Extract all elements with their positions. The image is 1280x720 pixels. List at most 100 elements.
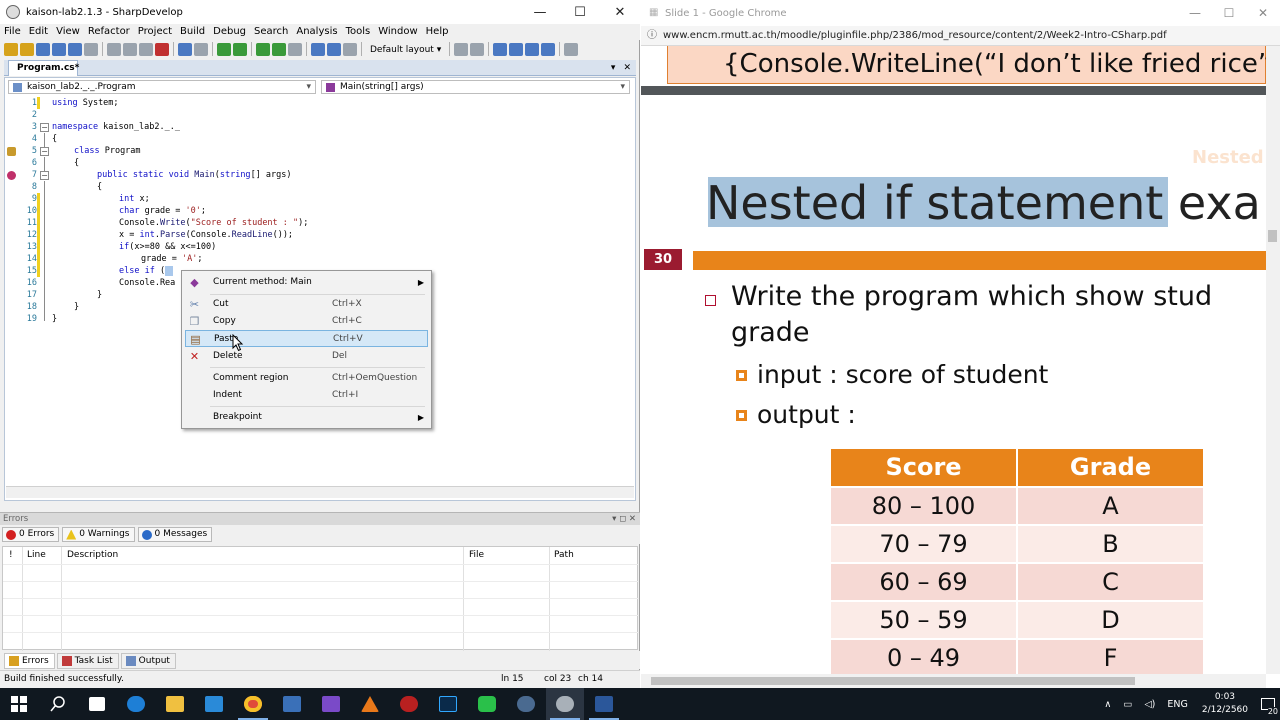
- search-button[interactable]: [39, 688, 77, 720]
- action-center-button[interactable]: 20: [1256, 688, 1280, 720]
- tab-list-dropdown[interactable]: ▾: [611, 63, 616, 73]
- task-view-button[interactable]: [78, 688, 116, 720]
- open-file-icon[interactable]: [20, 42, 34, 56]
- new-file-icon[interactable]: [4, 42, 18, 56]
- pdf-viewer[interactable]: {Console.WriteLine(“I don’t like fried r…: [641, 46, 1266, 674]
- menu-item-delete[interactable]: ✕ Delete Del: [185, 348, 428, 365]
- fold-toggle[interactable]: −: [40, 171, 49, 180]
- taskbar-sharpdevelop[interactable]: [546, 688, 584, 720]
- menu-item-current-method[interactable]: ◆ Current method: Main ▶: [185, 274, 428, 291]
- column-header-file[interactable]: File: [469, 550, 484, 560]
- address-bar[interactable]: ⓘ www.encm.rmutt.ac.th/moodle/pluginfile…: [641, 26, 1280, 46]
- tab-task-list[interactable]: Task List: [56, 653, 119, 669]
- bookmark-icon[interactable]: [470, 42, 485, 56]
- column-header-line[interactable]: Line: [27, 550, 46, 560]
- taskbar-visual-studio[interactable]: [312, 688, 350, 720]
- menu-window[interactable]: Window: [374, 24, 421, 40]
- page-info-icon[interactable]: ⓘ: [647, 30, 657, 41]
- paste-tool-icon[interactable]: [139, 42, 153, 56]
- tab-close-button[interactable]: ✕: [623, 63, 631, 73]
- stop-icon[interactable]: [288, 42, 302, 56]
- fold-toggle[interactable]: −: [40, 123, 49, 132]
- errors-pane-controls[interactable]: ▾ ◻ ✕: [612, 513, 636, 525]
- taskbar-photoshop[interactable]: [429, 688, 467, 720]
- menu-item-indent[interactable]: Indent Ctrl+I: [185, 387, 428, 404]
- layout-dropdown[interactable]: Default layout ▾: [366, 42, 445, 56]
- step-out-icon[interactable]: [343, 42, 357, 56]
- redo-icon[interactable]: [194, 42, 208, 56]
- format-icon[interactable]: [541, 42, 556, 56]
- menu-help[interactable]: Help: [422, 24, 453, 40]
- step-into-icon[interactable]: [327, 42, 341, 56]
- start-button[interactable]: [0, 688, 38, 720]
- print-icon[interactable]: [84, 42, 98, 56]
- taskbar-chrome[interactable]: [234, 688, 272, 720]
- column-header-bang[interactable]: !: [9, 550, 13, 560]
- messages-filter-button[interactable]: 0 Messages: [137, 527, 213, 542]
- menu-edit[interactable]: Edit: [25, 24, 52, 40]
- menu-item-breakpoint[interactable]: Breakpoint ▶: [185, 409, 428, 426]
- url-text[interactable]: www.encm.rmutt.ac.th/moodle/pluginfile.p…: [663, 30, 1167, 41]
- find-icon[interactable]: [454, 42, 469, 56]
- pdf-vertical-scrollbar[interactable]: [1266, 46, 1280, 674]
- clock[interactable]: 0:03 2/12/2560: [1202, 691, 1248, 717]
- taskbar-steam[interactable]: [507, 688, 545, 720]
- run-without-debug-icon[interactable]: [272, 42, 286, 56]
- menu-item-paste[interactable]: ▤ Paste Ctrl+V: [185, 330, 428, 347]
- menu-item-copy[interactable]: ❐ Copy Ctrl+C: [185, 313, 428, 330]
- taskbar-vlc[interactable]: [351, 688, 389, 720]
- chrome-maximize-button[interactable]: ☐: [1212, 0, 1246, 26]
- close-button[interactable]: ✕: [600, 0, 640, 24]
- taskbar-edge[interactable]: [117, 688, 155, 720]
- taskbar-line[interactable]: [468, 688, 506, 720]
- save-icon[interactable]: [52, 42, 66, 56]
- maximize-button[interactable]: ☐: [560, 0, 600, 24]
- fold-toggle[interactable]: −: [40, 147, 49, 156]
- show-hidden-icons[interactable]: ∧: [1104, 699, 1111, 710]
- taskbar-word[interactable]: [585, 688, 623, 720]
- tab-program-cs[interactable]: Program.cs*: [8, 60, 79, 76]
- vertical-scroll-thumb[interactable]: [1268, 230, 1277, 242]
- network-icon[interactable]: ▭: [1123, 699, 1132, 710]
- class-combo[interactable]: kaison_lab2._._.Program: [8, 80, 316, 94]
- menu-item-cut[interactable]: ✂ Cut Ctrl+X: [185, 296, 428, 313]
- menu-view[interactable]: View: [52, 24, 84, 40]
- volume-icon[interactable]: ◁): [1144, 699, 1155, 710]
- menu-tools[interactable]: Tools: [342, 24, 375, 40]
- tab-errors[interactable]: Errors: [4, 653, 55, 669]
- toggle-comment-icon[interactable]: [493, 42, 508, 56]
- warnings-filter-button[interactable]: 0 Warnings: [62, 527, 135, 542]
- copy-tool-icon[interactable]: [123, 42, 137, 56]
- tab-output[interactable]: Output: [120, 653, 176, 669]
- editor-horizontal-scrollbar[interactable]: [6, 486, 634, 498]
- chrome-close-button[interactable]: ✕: [1246, 0, 1280, 26]
- chrome-minimize-button[interactable]: —: [1178, 0, 1212, 26]
- build-icon[interactable]: [217, 42, 231, 56]
- menu-analysis[interactable]: Analysis: [292, 24, 341, 40]
- menu-build[interactable]: Build: [176, 24, 209, 40]
- step-over-icon[interactable]: [311, 42, 325, 56]
- rebuild-icon[interactable]: [233, 42, 247, 56]
- search-tool-icon[interactable]: [564, 42, 579, 56]
- menu-search[interactable]: Search: [250, 24, 292, 40]
- delete-tool-icon[interactable]: [155, 42, 169, 56]
- column-header-description[interactable]: Description: [67, 550, 118, 560]
- taskbar-store[interactable]: [195, 688, 233, 720]
- menu-file[interactable]: File: [0, 24, 25, 40]
- menu-debug[interactable]: Debug: [209, 24, 250, 40]
- horizontal-scroll-thumb[interactable]: [651, 677, 1135, 685]
- taskbar-media[interactable]: [273, 688, 311, 720]
- menu-project[interactable]: Project: [134, 24, 176, 40]
- language-indicator[interactable]: ENG: [1167, 699, 1187, 710]
- minimize-button[interactable]: —: [520, 0, 560, 24]
- column-header-path[interactable]: Path: [554, 550, 574, 560]
- menu-refactor[interactable]: Refactor: [84, 24, 134, 40]
- outdent-tool-icon[interactable]: [525, 42, 540, 56]
- cut-tool-icon[interactable]: [107, 42, 121, 56]
- taskbar-file-explorer[interactable]: [156, 688, 194, 720]
- indent-tool-icon[interactable]: [509, 42, 524, 56]
- run-icon[interactable]: [256, 42, 270, 56]
- taskbar-game[interactable]: [390, 688, 428, 720]
- member-combo[interactable]: Main(string[] args): [321, 80, 630, 94]
- menu-item-comment-region[interactable]: Comment region Ctrl+OemQuestion: [185, 370, 428, 387]
